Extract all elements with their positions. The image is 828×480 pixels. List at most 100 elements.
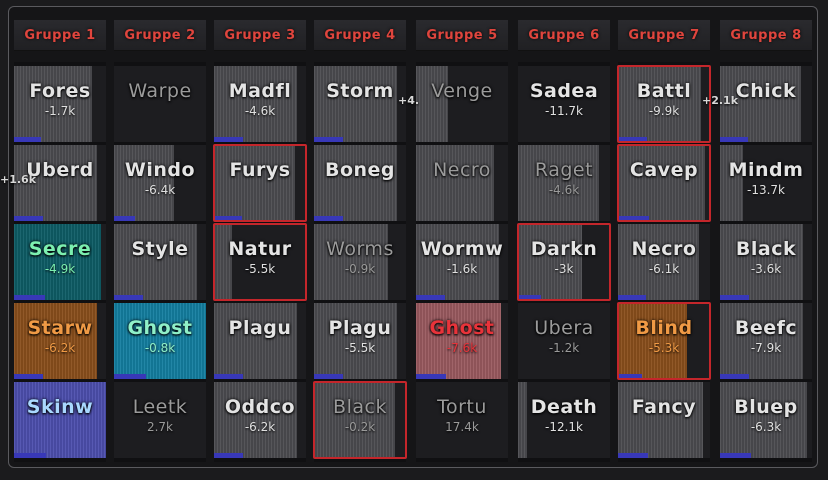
player-tile[interactable]: Beefc -7.9k bbox=[720, 303, 812, 379]
player-tile[interactable]: Necro -6.1k bbox=[618, 224, 710, 300]
tile-accent-bar bbox=[14, 137, 41, 142]
player-name: Black bbox=[333, 396, 387, 418]
column-header-gruppe-8: Gruppe 8 bbox=[720, 20, 812, 51]
tile-accent-bar bbox=[14, 216, 43, 221]
player-tile[interactable]: Skinw bbox=[14, 382, 106, 458]
player-name: Tortu bbox=[437, 396, 487, 418]
tile-progress-fill bbox=[114, 224, 197, 300]
tile-progress-fill bbox=[14, 382, 106, 458]
player-tile[interactable]: Raget -4.6k bbox=[518, 145, 610, 221]
player-tile[interactable]: Leetk 2.7k bbox=[114, 382, 206, 458]
tile-accent-bar bbox=[314, 216, 343, 221]
player-value: -11.7k bbox=[545, 104, 583, 118]
player-name: Madfl bbox=[228, 80, 292, 102]
player-tile[interactable]: Fancy bbox=[618, 382, 710, 458]
tile-accent-bar bbox=[618, 374, 642, 379]
player-name: Fancy bbox=[631, 396, 697, 418]
player-name: Death bbox=[530, 396, 598, 418]
tile-accent-bar bbox=[14, 374, 43, 379]
player-value: -1.7k bbox=[44, 104, 76, 118]
player-name: Furys bbox=[229, 159, 291, 181]
tile-accent-bar bbox=[14, 453, 46, 458]
player-tile[interactable]: Tortu 17.4k bbox=[416, 382, 508, 458]
player-name: Plagu bbox=[228, 317, 292, 339]
tile-accent-bar bbox=[720, 295, 749, 300]
player-tile[interactable]: Ghost -7.6k bbox=[416, 303, 508, 379]
player-tile[interactable]: Plagu bbox=[214, 303, 306, 379]
tile-accent-bar bbox=[720, 137, 748, 142]
player-tile[interactable]: Sadea -11.7k bbox=[518, 66, 610, 142]
player-tile[interactable]: Wormw -1.6k bbox=[416, 224, 508, 300]
player-tile[interactable]: Windo -6.4k bbox=[114, 145, 206, 221]
player-value: -3k bbox=[554, 262, 574, 276]
tile-accent-bar bbox=[114, 374, 146, 379]
player-tile[interactable]: Starw -6.2k bbox=[14, 303, 106, 379]
player-tile[interactable]: Oddco -6.2k bbox=[214, 382, 306, 458]
player-tile[interactable]: Secre -4.9k bbox=[14, 224, 106, 300]
player-value: -6.3k bbox=[750, 420, 782, 434]
player-tile[interactable]: Boneg bbox=[314, 145, 406, 221]
tile-progress-fill bbox=[214, 145, 295, 221]
player-tile[interactable]: Darkn -3k bbox=[518, 224, 610, 300]
player-value: -0.8k bbox=[144, 341, 176, 355]
floating-delta-label: +4. bbox=[398, 94, 420, 107]
player-tile[interactable]: Black -0.2k bbox=[314, 382, 406, 458]
column-header-gruppe-5: Gruppe 5 bbox=[416, 20, 508, 51]
tile-accent-bar bbox=[618, 453, 648, 458]
player-tile[interactable]: Necro bbox=[416, 145, 508, 221]
player-tile[interactable]: Mindm -13.7k bbox=[720, 145, 812, 221]
player-name: Ubera bbox=[534, 317, 594, 339]
player-tile[interactable]: Fores -1.7k bbox=[14, 66, 106, 142]
player-tile[interactable]: Natur -5.5k bbox=[214, 224, 306, 300]
player-name: Worms bbox=[326, 238, 394, 260]
player-tile[interactable]: Bluep -6.3k bbox=[720, 382, 812, 458]
column-header-gruppe-4: Gruppe 4 bbox=[314, 20, 406, 51]
player-tile[interactable]: Style bbox=[114, 224, 206, 300]
player-name: Boneg bbox=[324, 159, 396, 181]
player-value: 2.7k bbox=[146, 420, 174, 434]
player-tile[interactable]: Blind -5.3k bbox=[618, 303, 710, 379]
tile-accent-bar bbox=[518, 295, 541, 300]
player-tile[interactable]: Storm bbox=[314, 66, 406, 142]
player-tile[interactable]: Furys bbox=[214, 145, 306, 221]
player-name: Ghost bbox=[429, 317, 495, 339]
player-name: Oddco bbox=[224, 396, 296, 418]
player-value: -3.6k bbox=[750, 262, 782, 276]
player-name: Black bbox=[735, 238, 797, 260]
player-name: Battl bbox=[636, 80, 692, 102]
player-name: Cavep bbox=[629, 159, 699, 181]
player-tile[interactable]: Battl -9.9k bbox=[618, 66, 710, 142]
player-value: -9.9k bbox=[648, 104, 680, 118]
player-name: Sadea bbox=[529, 80, 599, 102]
player-tile[interactable]: Madfl -4.6k bbox=[214, 66, 306, 142]
player-value: -4.6k bbox=[548, 183, 580, 197]
player-name: Natur bbox=[228, 238, 292, 260]
player-name: Fores bbox=[29, 80, 91, 102]
tile-accent-bar bbox=[114, 295, 143, 300]
player-tile[interactable]: Ubera -1.2k bbox=[518, 303, 610, 379]
player-tile[interactable]: Venge bbox=[416, 66, 508, 142]
column-header-gruppe-1: Gruppe 1 bbox=[14, 20, 106, 51]
tile-accent-bar bbox=[314, 374, 343, 379]
player-tile[interactable]: Plagu -5.5k bbox=[314, 303, 406, 379]
player-name: Style bbox=[131, 238, 189, 260]
tile-accent-bar bbox=[416, 295, 445, 300]
player-value: -6.2k bbox=[244, 420, 276, 434]
player-tile[interactable]: Warpe bbox=[114, 66, 206, 142]
player-name: Plagu bbox=[328, 317, 392, 339]
tile-progress-fill bbox=[314, 145, 397, 221]
player-value: -7.6k bbox=[446, 341, 478, 355]
player-tile[interactable]: Black -3.6k bbox=[720, 224, 812, 300]
player-value: -13.7k bbox=[747, 183, 785, 197]
player-value: -6.1k bbox=[648, 262, 680, 276]
player-name: Starw bbox=[27, 317, 93, 339]
player-name: Windo bbox=[124, 159, 196, 181]
player-name: Leetk bbox=[132, 396, 188, 418]
player-tile[interactable]: Cavep bbox=[618, 145, 710, 221]
player-name: Wormw bbox=[420, 238, 504, 260]
player-tile[interactable]: Death -12.1k bbox=[518, 382, 610, 458]
floating-delta-label: +2.1k bbox=[702, 94, 739, 107]
player-tile[interactable]: Ghost -0.8k bbox=[114, 303, 206, 379]
player-tile[interactable]: Worms -0.9k bbox=[314, 224, 406, 300]
player-value: -7.9k bbox=[750, 341, 782, 355]
